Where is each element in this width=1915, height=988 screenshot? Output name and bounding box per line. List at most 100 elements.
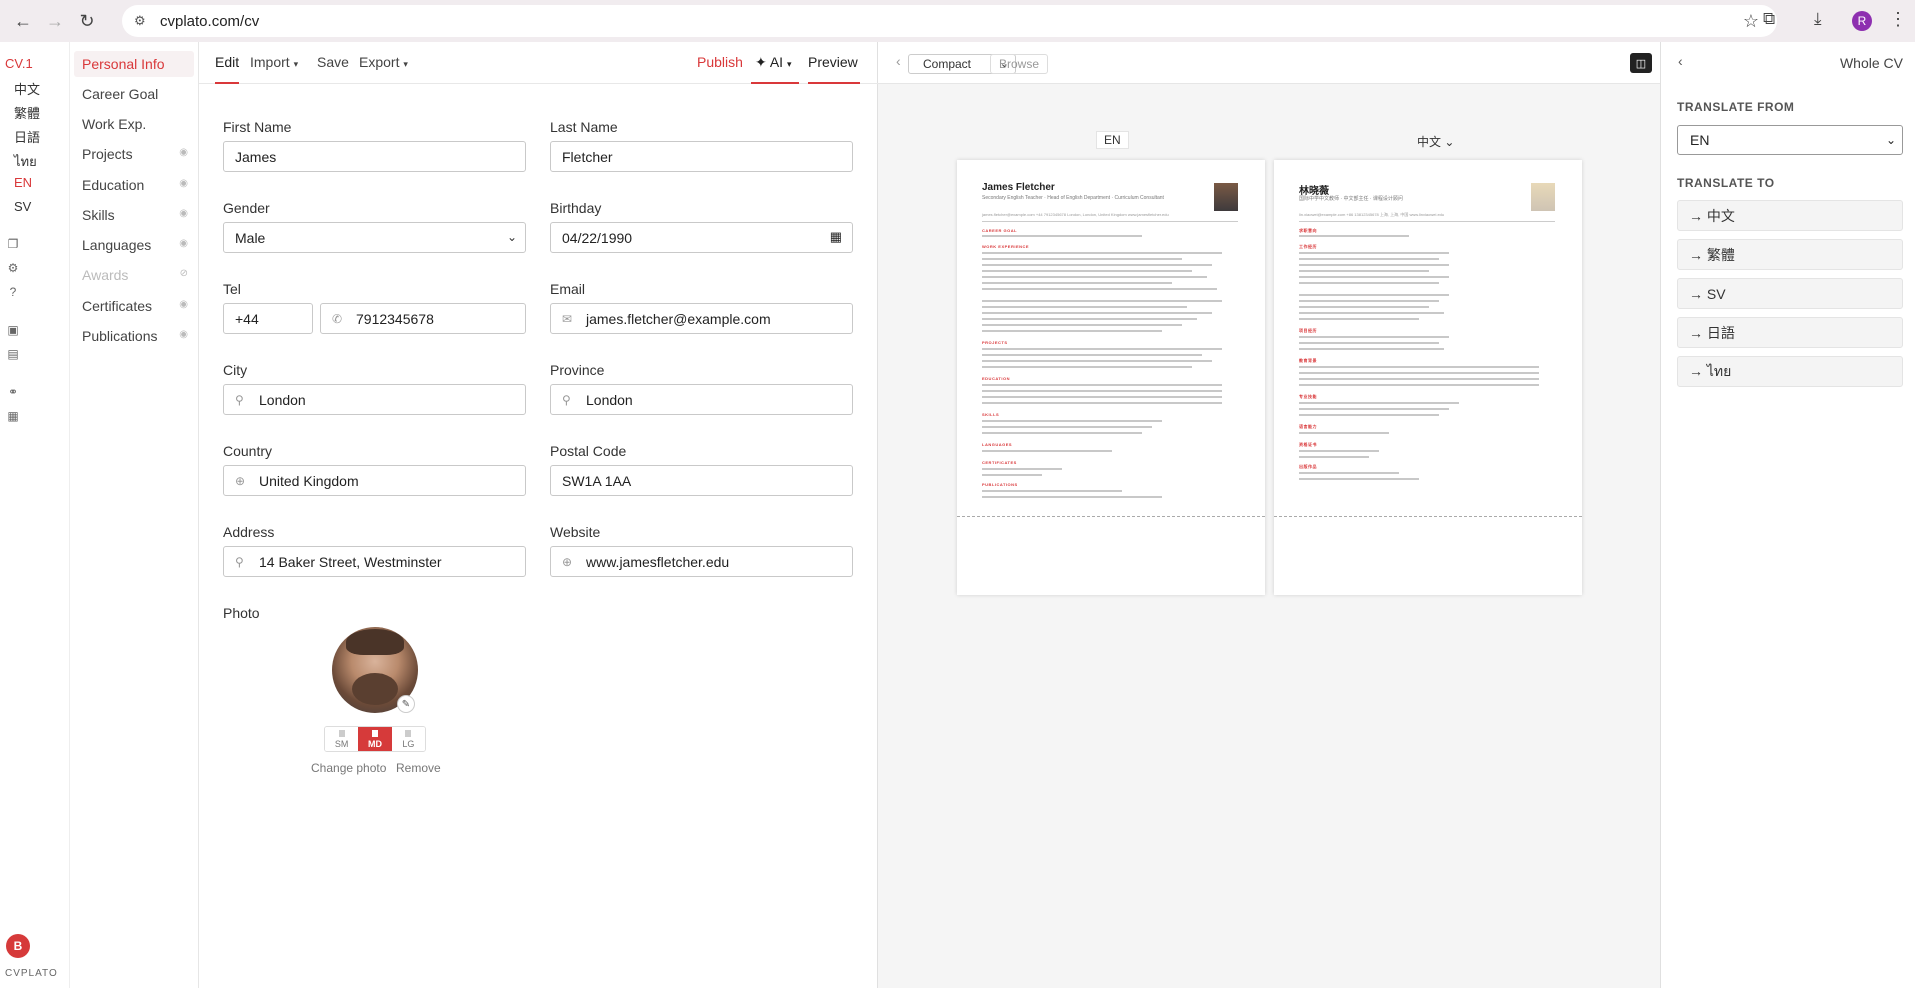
address-bar[interactable]: ⚙ cvplato.com/cv ☆ [122, 5, 1777, 37]
cv-text-line [982, 300, 1222, 302]
cv-photo [1531, 183, 1555, 211]
settings-icon[interactable]: ⚙ [6, 261, 20, 275]
help-icon[interactable]: ? [6, 285, 20, 299]
lang-sv[interactable]: SV [14, 199, 31, 214]
visibility-eye-icon[interactable]: ◉ [179, 147, 188, 158]
lang-zh[interactable]: 中文 [14, 79, 40, 98]
section-education[interactable]: Education ◉ [74, 172, 194, 198]
ai-menu[interactable]: ✦ AI ▾ [755, 54, 792, 71]
city-label: City [223, 362, 248, 378]
cv-selector[interactable]: CV.1 [5, 56, 33, 71]
export-menu[interactable]: Export ▾ [359, 54, 408, 70]
site-info-icon[interactable]: ⚙ [134, 13, 150, 29]
import-menu[interactable]: Import ▾ [250, 54, 298, 70]
translate-to-zh-hant-button[interactable]: → 繁體 [1677, 239, 1903, 270]
lang-zh-hant[interactable]: 繁體 [14, 103, 40, 122]
chevron-left-icon[interactable]: ‹ [896, 53, 901, 69]
panel-toggle-icon[interactable]: ◫ [1630, 53, 1652, 73]
section-personal-info[interactable]: Personal Info [74, 51, 194, 77]
section-projects[interactable]: Projects ◉ [74, 141, 194, 167]
cv-text-line [1299, 384, 1539, 386]
section-career-goal[interactable]: Career Goal [74, 81, 194, 107]
visibility-eye-icon[interactable]: ◉ [179, 238, 188, 249]
translate-to-ja-button[interactable]: → 日語 [1677, 317, 1903, 348]
change-photo-link[interactable]: Change photo [311, 761, 386, 775]
link-icon[interactable]: ⚭ [6, 385, 20, 399]
gender-select[interactable]: Male ⌄ [223, 222, 526, 253]
cv-text-line [1299, 472, 1399, 474]
size-lg-button[interactable]: LG [391, 727, 425, 751]
translate-to-label: TRANSLATE TO [1677, 176, 1775, 190]
template-icon[interactable]: ▤ [6, 347, 20, 361]
reload-icon[interactable]: ↻ [73, 7, 101, 35]
right-preview-lang-select[interactable]: 中文 ⌄ [1410, 132, 1461, 151]
back-icon[interactable]: ← [9, 7, 37, 35]
section-languages[interactable]: Languages ◉ [74, 232, 194, 258]
briefcase-icon[interactable]: ▣ [6, 323, 20, 337]
size-sm-button[interactable]: SM [325, 727, 359, 751]
download-icon[interactable]: ⤓ [1814, 9, 1822, 29]
tel-code-field[interactable]: +44 [223, 303, 313, 334]
website-field[interactable]: ⊕ www.jamesfletcher.edu [550, 546, 853, 577]
translate-from-select[interactable]: EN ⌄ [1677, 125, 1903, 155]
last-name-field[interactable]: Fletcher [550, 141, 853, 172]
cv-text-line [982, 384, 1222, 386]
extensions-icon[interactable]: ⧉ [1763, 9, 1775, 29]
section-certificates[interactable]: Certificates ◉ [74, 293, 194, 319]
lang-ja[interactable]: 日語 [14, 127, 40, 146]
preview-tab[interactable]: Preview [808, 54, 858, 70]
country-field[interactable]: ⊕ United Kingdom [223, 465, 526, 496]
section-menu: Personal Info Career Goal Work Exp. Proj… [70, 42, 199, 988]
email-field[interactable]: ✉ james.fletcher@example.com [550, 303, 853, 334]
forward-icon[interactable]: → [41, 7, 69, 35]
section-skills[interactable]: Skills ◉ [74, 202, 194, 228]
birthday-value: 04/22/1990 [562, 229, 633, 246]
url-text: cvplato.com/cv [160, 12, 260, 30]
cv-text-line [982, 360, 1212, 362]
remove-photo-link[interactable]: Remove [396, 761, 441, 775]
browser-menu-icon[interactable]: ⋮ [1889, 9, 1907, 30]
browse-button[interactable]: Browse [990, 54, 1048, 74]
publish-button[interactable]: Publish [697, 54, 743, 70]
visibility-eye-icon[interactable]: ◉ [179, 329, 188, 340]
visibility-eye-icon[interactable]: ◉ [179, 178, 188, 189]
translate-to-th-button[interactable]: → ไทย [1677, 356, 1903, 387]
bookmark-star-icon[interactable]: ☆ [1743, 11, 1759, 32]
chevron-down-icon: ⌄ [506, 230, 517, 244]
clipboard-icon[interactable]: ▦ [6, 409, 20, 423]
address-value: 14 Baker Street, Westminster [259, 553, 442, 570]
province-value: London [586, 391, 633, 408]
hidden-eye-icon[interactable]: ⊘ [180, 268, 188, 279]
visibility-eye-icon[interactable]: ◉ [179, 208, 188, 219]
translate-from-label: TRANSLATE FROM [1677, 100, 1795, 114]
lang-th[interactable]: ไทย [14, 151, 37, 172]
first-name-field[interactable]: James [223, 141, 526, 172]
section-label: Work Exp. [82, 116, 147, 132]
chevron-left-icon[interactable]: ‹ [1678, 53, 1683, 69]
cv-section-heading: 项目经历 [1299, 328, 1317, 333]
copy-icon[interactable]: ❐ [6, 237, 20, 251]
section-publications[interactable]: Publications ◉ [74, 323, 194, 349]
user-avatar[interactable]: B [6, 934, 30, 958]
section-work-exp[interactable]: Work Exp. [74, 111, 194, 137]
lang-en[interactable]: EN [14, 175, 32, 190]
size-md-button[interactable]: MD [358, 727, 392, 751]
city-field[interactable]: ⚲ London [223, 384, 526, 415]
edit-photo-icon[interactable]: ✎ [397, 695, 415, 713]
address-field[interactable]: ⚲ 14 Baker Street, Westminster [223, 546, 526, 577]
postal-code-field[interactable]: SW1A 1AA [550, 465, 853, 496]
edit-tab[interactable]: Edit [215, 54, 239, 70]
visibility-eye-icon[interactable]: ◉ [179, 299, 188, 310]
cv-text-line [1299, 402, 1459, 404]
profile-avatar[interactable]: R [1852, 11, 1872, 31]
translate-to-sv-button[interactable]: → SV [1677, 278, 1903, 309]
cv-text-line [1299, 372, 1539, 374]
section-awards[interactable]: Awards ⊘ [74, 262, 194, 288]
birthday-field[interactable]: 04/22/1990 ▦ [550, 222, 853, 253]
save-button[interactable]: Save [317, 54, 349, 70]
tel-number-field[interactable]: ✆ 7912345678 [320, 303, 526, 334]
calendar-icon[interactable]: ▦ [830, 229, 842, 245]
size-label: LG [402, 738, 415, 749]
translate-to-zh-button[interactable]: → 中文 [1677, 200, 1903, 231]
province-field[interactable]: ⚲ London [550, 384, 853, 415]
